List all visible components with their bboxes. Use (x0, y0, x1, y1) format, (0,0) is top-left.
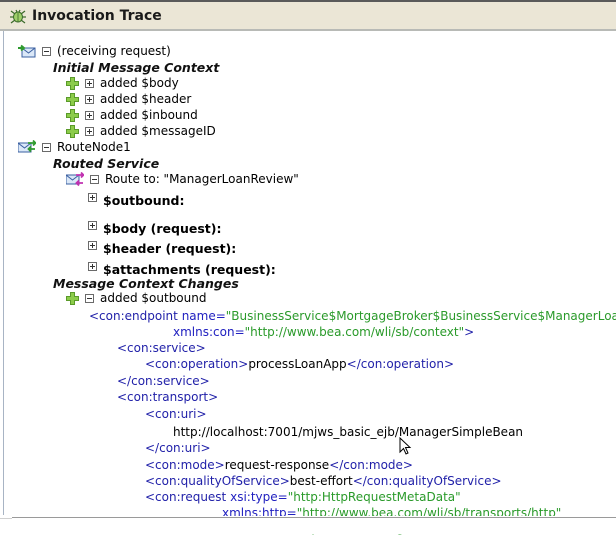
added-plus-icon (66, 92, 79, 106)
panel-left-border (3, 31, 4, 515)
xml-tag: <con:request (145, 490, 227, 504)
context-item-label: added $inbound (100, 108, 198, 122)
var-label: $header (request): (103, 240, 237, 256)
xml-uri-open: <con:uri> (145, 407, 207, 421)
added-plus-icon (66, 124, 79, 138)
route-node-icon (18, 140, 36, 153)
xml-attr: xmlns:con= (173, 325, 245, 339)
bottom-divider-left (0, 518, 12, 519)
var-outbound[interactable]: $outbound: (88, 192, 184, 208)
panel-title: Invocation Trace (32, 7, 162, 24)
xml-endpoint-line: <con:endpoint name="BusinessService$Mort… (89, 309, 616, 323)
var-label: $outbound: (103, 192, 185, 208)
collapse-toggle[interactable] (42, 46, 51, 56)
panel-bottom-edge (0, 516, 616, 534)
trace-node-routenode1[interactable]: RouteNode1 (18, 139, 131, 155)
var-header[interactable]: $header (request): (88, 240, 236, 256)
xml-tag: <con:mode> (145, 458, 225, 472)
added-plus-icon (66, 291, 79, 305)
context-item-label: added $messageID (100, 124, 216, 138)
change-item-label: added $outbound (100, 291, 207, 305)
xml-service-close: </con:service> (117, 374, 210, 388)
xml-value: "http://www.bea.com/wli/sb/context" (244, 325, 465, 339)
xml-uri-close: </con:uri> (145, 441, 211, 455)
expand-toggle[interactable] (85, 126, 94, 136)
message-incoming-icon (18, 44, 36, 58)
xml-uri-value: http://localhost:7001/mjws_basic_ejb/Man… (173, 425, 523, 439)
xml-transport-open: <con:transport> (117, 390, 218, 404)
collapse-toggle[interactable] (85, 293, 94, 303)
context-item[interactable]: added $header (66, 91, 191, 107)
expand-toggle[interactable] (85, 110, 94, 120)
collapse-toggle[interactable] (42, 142, 51, 152)
route-to-node[interactable]: Route to: "ManagerLoanReview" (66, 171, 299, 187)
xml-tag: <con:endpoint (89, 309, 178, 323)
expand-toggle[interactable] (88, 261, 97, 271)
xml-attr: name= (181, 309, 226, 323)
xml-tag: <con:service> (117, 341, 206, 355)
route-label: Route to: "ManagerLoanReview" (105, 172, 299, 186)
section-initial-message-context: Initial Message Context (53, 59, 220, 75)
context-item-label: added $body (100, 76, 179, 90)
xml-value: "BusinessService$MortgageBroker$Business… (225, 309, 616, 323)
xml-service-open: <con:service> (117, 341, 206, 355)
expand-toggle[interactable] (85, 94, 94, 104)
xml-request-line: <con:request xsi:type="http:HttpRequestM… (145, 490, 461, 504)
collapse-toggle[interactable] (90, 174, 99, 184)
xml-tag: </con:service> (117, 374, 210, 388)
trace-node-label: RouteNode1 (57, 140, 131, 154)
xml-xmlns-line: xmlns:con="http://www.bea.com/wli/sb/con… (173, 325, 474, 339)
section-routed-service: Routed Service (53, 155, 160, 171)
xml-tag: </con:uri> (145, 441, 211, 455)
xml-tag: <con:operation> (145, 357, 249, 371)
change-item[interactable]: added $outbound (66, 290, 206, 306)
xml-tag: </con:qualityOfService> (352, 474, 502, 488)
xml-text: best-effort (289, 474, 353, 488)
trace-node-receiving[interactable]: (receiving request) (18, 43, 171, 59)
bug-icon (10, 9, 26, 23)
xml-mode-line: <con:mode>request-response</con:mode> (145, 458, 413, 472)
xml-text: request-response (224, 458, 330, 472)
xml-value: "http:HttpRequestMetaData" (287, 490, 461, 504)
xml-tag: > (464, 325, 475, 339)
xml-text: http://localhost:7001/mjws_basic_ejb/Man… (173, 425, 524, 439)
expand-toggle[interactable] (85, 78, 94, 88)
xml-text: processLoanApp (248, 357, 347, 371)
context-item[interactable]: added $body (66, 75, 179, 91)
context-item-label: added $header (100, 92, 192, 106)
route-icon (66, 171, 84, 186)
var-label: $body (request): (103, 220, 222, 236)
xml-tag: <con:transport> (117, 390, 219, 404)
added-plus-icon (66, 76, 79, 90)
expand-toggle[interactable] (88, 220, 97, 230)
added-plus-icon (66, 108, 79, 122)
expand-toggle[interactable] (88, 240, 97, 250)
trace-node-label: (receiving request) (57, 44, 171, 58)
context-item[interactable]: added $inbound (66, 107, 198, 123)
xml-tag: <con:uri> (145, 407, 207, 421)
context-item[interactable]: added $messageID (66, 123, 216, 139)
section-message-context-changes: Message Context Changes (53, 275, 239, 291)
bottom-divider (12, 517, 616, 518)
xml-qos-line: <con:qualityOfService>best-effort</con:q… (145, 474, 502, 488)
xml-operation-line: <con:operation>processLoanApp</con:opera… (145, 357, 454, 371)
xml-tag: <con:qualityOfService> (145, 474, 290, 488)
xml-tag: </con:operation> (346, 357, 455, 371)
xml-attr: xsi:type= (230, 490, 288, 504)
panel-header: Invocation Trace (0, 2, 616, 31)
expand-toggle[interactable] (88, 192, 97, 202)
var-body[interactable]: $body (request): (88, 220, 222, 236)
mouse-cursor-icon (399, 437, 412, 455)
xml-tag: </con:mode> (329, 458, 413, 472)
